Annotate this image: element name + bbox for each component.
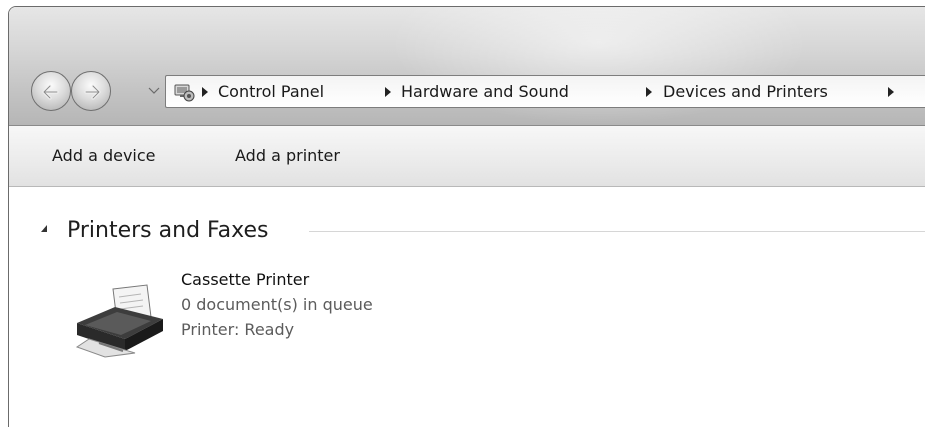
address-bar[interactable]: Control Panel Hardware and Sound Devices… xyxy=(165,75,925,108)
device-status: Printer: Ready xyxy=(181,320,295,339)
breadcrumb-separator-icon[interactable] xyxy=(888,87,894,97)
forward-button[interactable] xyxy=(71,71,111,111)
chevron-down-icon[interactable] xyxy=(147,86,161,96)
command-bar: Add a device Add a printer xyxy=(9,126,925,187)
explorer-window: Control Panel Hardware and Sound Devices… xyxy=(8,6,925,427)
breadcrumb-separator-icon[interactable] xyxy=(385,87,391,97)
forward-arrow-icon xyxy=(84,84,101,100)
control-panel-icon xyxy=(174,84,195,102)
device-details: Cassette Printer 0 document(s) in queue … xyxy=(181,267,373,342)
breadcrumb-control-panel[interactable]: Control Panel xyxy=(218,76,324,107)
device-name: Cassette Printer xyxy=(181,270,310,289)
back-arrow-icon xyxy=(42,84,59,100)
printer-icon xyxy=(75,284,163,358)
collapse-triangle-icon[interactable] xyxy=(41,225,47,232)
device-queue: 0 document(s) in queue xyxy=(181,295,373,314)
device-item[interactable]: Cassette Printer 0 document(s) in queue … xyxy=(71,267,431,363)
group-title: Printers and Faxes xyxy=(67,218,269,243)
breadcrumb-separator-icon[interactable] xyxy=(202,87,208,97)
group-header-printers-and-faxes[interactable]: Printers and Faxes xyxy=(41,215,925,247)
add-device-button[interactable]: Add a device xyxy=(52,126,156,186)
breadcrumb-hardware-and-sound[interactable]: Hardware and Sound xyxy=(401,76,569,107)
window-chrome: Control Panel Hardware and Sound Devices… xyxy=(9,7,925,126)
breadcrumb-separator-icon[interactable] xyxy=(646,87,652,97)
back-button[interactable] xyxy=(31,71,71,111)
add-printer-button[interactable]: Add a printer xyxy=(235,126,340,186)
group-divider xyxy=(309,231,925,232)
breadcrumb-devices-and-printers[interactable]: Devices and Printers xyxy=(663,76,828,107)
